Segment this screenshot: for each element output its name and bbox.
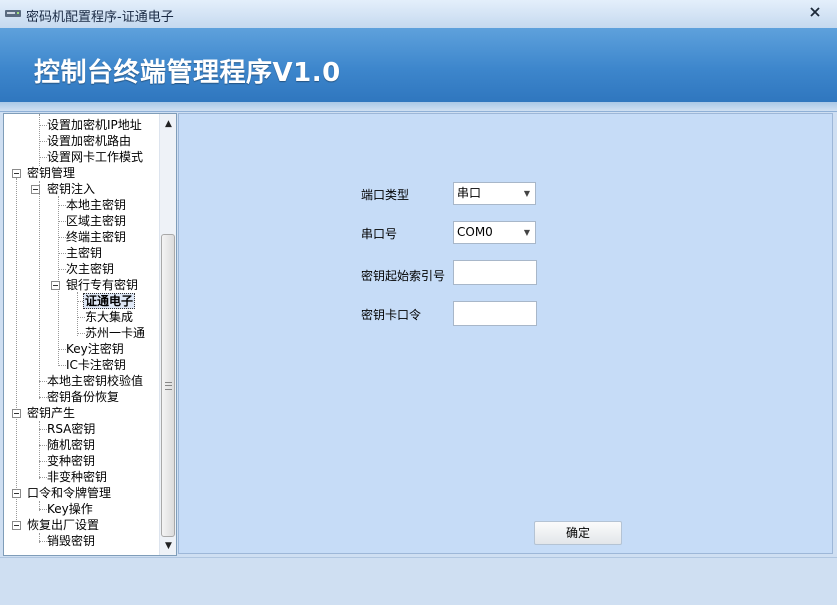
tree-item-terminal-master-key[interactable]: 终端主密钥 [65,229,127,245]
tree-item-local-master-key[interactable]: 本地主密钥 [65,197,127,213]
serial-port-select[interactable]: COM0 ▼ [453,221,536,244]
tree-connector [77,292,78,336]
port-type-value: 串口 [457,186,482,200]
tree-item-rsa-key[interactable]: RSA密钥 [46,421,96,437]
grip-icon [165,382,172,390]
tree-item-password-token[interactable]: 口令和令牌管理 [26,485,112,501]
tree-item-key-operation[interactable]: Key操作 [46,501,94,517]
scrollbar-thumb[interactable] [161,234,175,537]
tree-item-key-management[interactable]: 密钥管理 [26,165,76,181]
tree-item-key-check-value[interactable]: 本地主密钥校验值 [46,373,144,389]
tree-item-variant-key[interactable]: 变种密钥 [46,453,96,469]
tree-item-key-backup[interactable]: 密钥备份恢复 [46,389,120,405]
tree-item-label: 银行专有密钥 [66,278,139,292]
status-bar [0,557,837,605]
port-type-label: 端口类型 [361,188,410,202]
app-icon [5,10,21,17]
collapse-icon[interactable] [31,185,40,194]
key-card-password-input[interactable] [453,301,537,326]
port-type-select[interactable]: 串口 ▼ [453,182,536,205]
header-banner: 控制台终端管理程序V1.0 [0,28,837,112]
tree-item-dongda[interactable]: 东大集成 [84,309,134,325]
scroll-up-icon[interactable]: ▲ [160,116,176,132]
tree-item-label: 非变种密钥 [47,470,108,484]
tree-item-factory-reset[interactable]: 恢复出厂设置 [26,517,100,533]
tree-item-set-route[interactable]: 设置加密机路由 [46,133,132,149]
tree-item-label: 口令和令牌管理 [27,486,112,500]
collapse-icon[interactable] [12,169,21,178]
tree-item-set-ip[interactable]: 设置加密机IP地址 [46,117,143,133]
tree-item-destroy-key[interactable]: 销毁密钥 [46,533,96,549]
tree-connector [39,181,40,399]
tree-item-label: 密钥管理 [27,166,76,180]
tree-item-label: 设置网卡工作模式 [47,150,144,164]
tree-item-sub-master-key[interactable]: 次主密钥 [65,261,115,277]
window-title: 密码机配置程序-证通电子 [26,10,174,25]
tree-item-key-injection[interactable]: 密钥注入 [46,181,96,197]
collapse-icon[interactable] [12,521,21,530]
tree-item-label: 密钥备份恢复 [47,390,120,404]
chevron-down-icon: ▼ [523,228,530,237]
tree-item-label: 随机密钥 [47,438,96,452]
tree-connector [16,178,17,524]
close-icon[interactable] [807,4,823,20]
tree-item-label: 恢复出厂设置 [27,518,100,532]
tree-item-bank-private-key[interactable]: 银行专有密钥 [65,277,139,293]
tree-item-label: 终端主密钥 [66,230,127,244]
tree-item-label: 区域主密钥 [66,214,127,228]
tree-item-label: 东大集成 [85,310,134,324]
tree-item-label: 密钥注入 [47,182,96,196]
tree-item-label: 设置加密机路由 [47,134,132,148]
tree-scrollbar[interactable]: ▲ ▼ [159,114,176,555]
tree-item-ic-card-key[interactable]: IC卡注密钥 [65,357,127,373]
navigation-tree[interactable]: 设置加密机IP地址 设置加密机路由 设置网卡工作模式 密钥管理 密钥注入 本地主… [3,113,177,556]
tree-item-label: Key操作 [47,502,93,516]
tree-item-zhengtong[interactable]: 证通电子 [83,293,136,309]
settings-panel: 端口类型 串口 ▼ 串口号 COM0 ▼ 密钥起始索引号 密钥卡口令 确定 [178,113,833,554]
tree-item-label: 本地主密钥校验值 [47,374,144,388]
key-card-password-label: 密钥卡口令 [361,308,422,322]
tree-item-label: RSA密钥 [47,422,96,436]
serial-port-value: COM0 [457,225,493,239]
tree-item-non-variant-key[interactable]: 非变种密钥 [46,469,108,485]
ok-button[interactable]: 确定 [534,521,622,545]
tree-item-label: 证通电子 [83,293,136,309]
tree-item-label: 销毁密钥 [47,534,96,548]
banner-divider [0,102,837,112]
window-title-bar: 密码机配置程序-证通电子 [0,0,837,29]
tree-item-label: 本地主密钥 [66,198,127,212]
scroll-down-icon[interactable]: ▼ [160,538,176,554]
collapse-icon[interactable] [51,281,60,290]
tree-item-label: IC卡注密钥 [66,358,126,372]
serial-port-label: 串口号 [361,227,398,241]
tree-item-random-key[interactable]: 随机密钥 [46,437,96,453]
tree-item-label: Key注密钥 [66,342,124,356]
tree-item-key-inject-key[interactable]: Key注密钥 [65,341,125,357]
tree-connector [39,114,40,166]
tree-item-zone-master-key[interactable]: 区域主密钥 [65,213,127,229]
banner-title: 控制台终端管理程序V1.0 [34,58,341,88]
tree-item-label: 设置加密机IP地址 [47,118,142,132]
collapse-icon[interactable] [12,489,21,498]
tree-item-key-generation[interactable]: 密钥产生 [26,405,76,421]
chevron-down-icon: ▼ [523,189,530,198]
key-start-index-input[interactable] [453,260,537,285]
tree-item-label: 次主密钥 [66,262,115,276]
tree-item-label: 主密钥 [66,246,103,260]
tree-item-label: 苏州一卡通 [85,326,146,340]
tree-item-label: 密钥产生 [27,406,76,420]
tree-item-label: 变种密钥 [47,454,96,468]
tree-item-nic-mode[interactable]: 设置网卡工作模式 [46,149,144,165]
collapse-icon[interactable] [12,409,21,418]
tree-item-master-key[interactable]: 主密钥 [65,245,103,261]
tree-item-suzhou-card[interactable]: 苏州一卡通 [84,325,146,341]
key-start-index-label: 密钥起始索引号 [361,269,446,283]
tree-content: 设置加密机IP地址 设置加密机路由 设置网卡工作模式 密钥管理 密钥注入 本地主… [4,114,158,555]
